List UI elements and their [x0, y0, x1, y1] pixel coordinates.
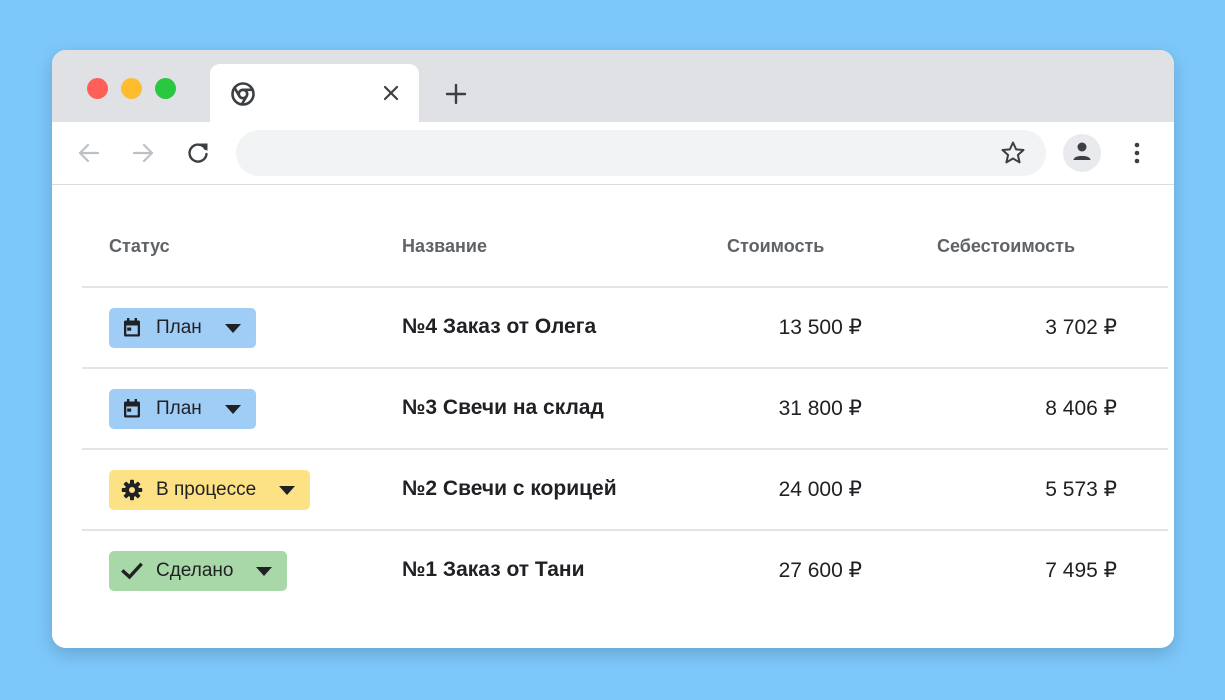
status-dropdown[interactable]: В процессе	[109, 470, 311, 510]
caret-down-icon	[224, 322, 242, 334]
reload-icon[interactable]	[182, 137, 214, 169]
profile-button[interactable]	[1063, 134, 1101, 172]
chrome-icon	[230, 81, 256, 107]
kebab-menu-icon[interactable]	[1122, 137, 1152, 169]
column-header-self-cost[interactable]: Себестоимость	[937, 236, 1075, 257]
star-icon[interactable]	[998, 138, 1028, 168]
plus-icon[interactable]	[441, 79, 471, 109]
gear-icon	[121, 479, 143, 501]
minimize-window-button[interactable]	[121, 78, 142, 99]
maximize-window-button[interactable]	[155, 78, 176, 99]
column-header-cost[interactable]: Стоимость	[727, 236, 824, 257]
column-header-name[interactable]: Название	[402, 236, 487, 257]
close-icon[interactable]	[378, 80, 404, 106]
status-label: План	[156, 398, 202, 419]
person-icon	[1070, 139, 1094, 168]
table-row[interactable]: Сделано №1 Заказ от Тани 27 600 ₽ 7 495 …	[82, 531, 1168, 612]
order-cost: 27 600 ₽	[778, 559, 862, 582]
status-dropdown[interactable]: Сделано	[109, 551, 288, 591]
checkmark-icon	[121, 560, 143, 582]
tab-bar	[52, 50, 1174, 122]
order-name: №3 Свечи на склад	[402, 396, 604, 419]
status-label: Сделано	[156, 560, 234, 581]
caret-down-icon	[224, 403, 242, 415]
order-self-cost: 8 406 ₽	[1045, 397, 1117, 420]
arrow-left-icon[interactable]	[73, 137, 105, 169]
browser-tab[interactable]	[210, 64, 419, 122]
order-cost: 24 000 ₽	[778, 478, 862, 501]
order-cost: 13 500 ₽	[778, 316, 862, 339]
order-self-cost: 3 702 ₽	[1045, 316, 1117, 339]
caret-down-icon	[278, 484, 296, 496]
order-name: №2 Свечи с корицей	[402, 477, 617, 500]
calendar-icon	[121, 398, 143, 420]
browser-window: Статус Название Стоимость Себестоимость	[52, 50, 1174, 648]
address-bar-input[interactable]	[236, 130, 1046, 176]
caret-down-icon	[255, 565, 273, 577]
column-header-status[interactable]: Статус	[109, 236, 170, 257]
orders-table: Статус Название Стоимость Себестоимость	[82, 185, 1168, 612]
status-label: План	[156, 317, 202, 338]
status-dropdown[interactable]: План	[109, 308, 256, 348]
table-row[interactable]: План №3 Свечи на склад 31 800 ₽ 8 406 ₽	[82, 369, 1168, 450]
calendar-icon	[121, 317, 143, 339]
page-content: Статус Название Стоимость Себестоимость	[52, 185, 1174, 648]
close-window-button[interactable]	[87, 78, 108, 99]
status-label: В процессе	[156, 479, 257, 500]
browser-toolbar	[52, 122, 1174, 185]
arrow-right-icon[interactable]	[127, 137, 159, 169]
table-row[interactable]: План №4 Заказ от Олега 13 500 ₽ 3 702 ₽	[82, 288, 1168, 369]
order-name: №1 Заказ от Тани	[402, 558, 585, 581]
order-self-cost: 5 573 ₽	[1045, 478, 1117, 501]
order-cost: 31 800 ₽	[778, 397, 862, 420]
status-dropdown[interactable]: План	[109, 389, 256, 429]
order-name: №4 Заказ от Олега	[402, 315, 597, 338]
table-header: Статус Название Стоимость Себестоимость	[82, 185, 1168, 288]
table-row[interactable]: В процессе №2 Свечи с корицей 24 000 ₽ 5…	[82, 450, 1168, 531]
order-self-cost: 7 495 ₽	[1045, 559, 1117, 582]
